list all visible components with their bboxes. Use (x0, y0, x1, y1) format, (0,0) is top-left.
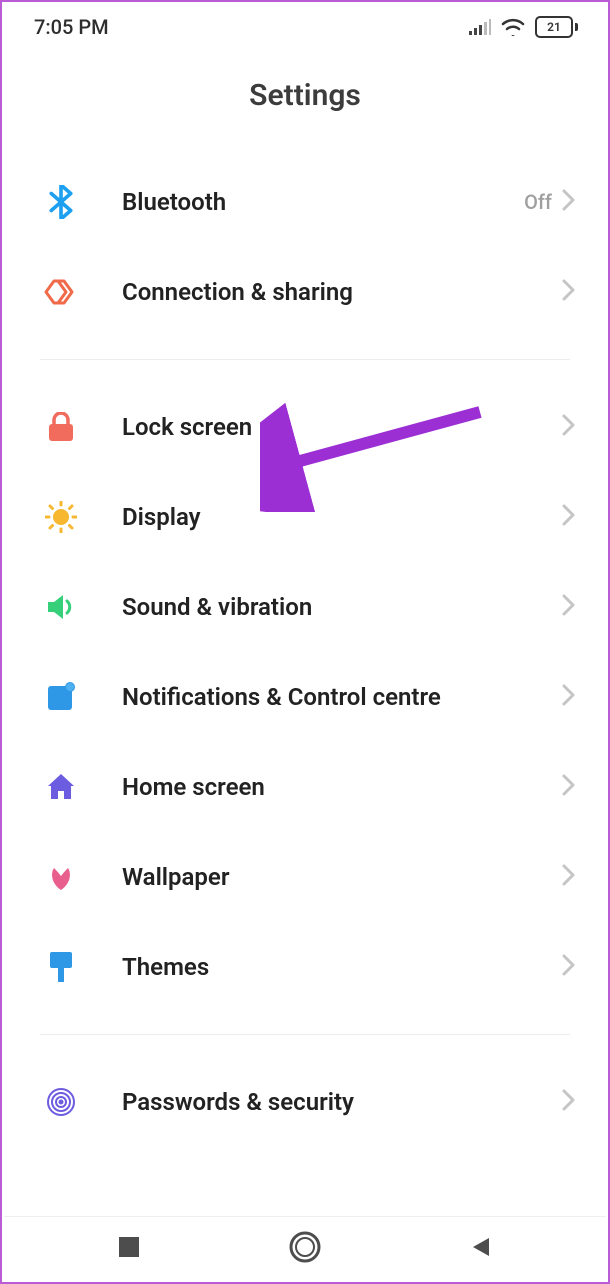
row-label: Sound & vibration (122, 593, 562, 621)
row-label: Notifications & Control centre (122, 683, 562, 711)
row-label: Passwords & security (122, 1088, 562, 1116)
row-label: Wallpaper (122, 863, 562, 891)
chevron-right-icon (562, 774, 576, 800)
settings-row-bluetooth[interactable]: BluetoothOff (4, 157, 606, 247)
flower-icon (40, 862, 82, 892)
wifi-icon (501, 18, 525, 36)
row-label: Display (122, 503, 562, 531)
settings-row-notif[interactable]: Notifications & Control centre (4, 652, 606, 742)
notif-icon (40, 682, 82, 712)
settings-row-wallpaper[interactable]: Wallpaper (4, 832, 606, 922)
settings-list: BluetoothOff Connection & sharing Lock scr… (4, 157, 606, 1216)
settings-row-display[interactable]: Display (4, 472, 606, 562)
home-button[interactable] (288, 1230, 322, 1268)
lock-icon (40, 412, 82, 442)
chevron-right-icon (562, 684, 576, 710)
row-label: Bluetooth (122, 188, 524, 216)
back-button[interactable] (469, 1235, 493, 1263)
recents-button[interactable] (117, 1235, 141, 1263)
battery-icon: 21 (535, 16, 578, 38)
status-time: 7:05 PM (34, 15, 109, 39)
row-label: Lock screen (122, 413, 562, 441)
status-indicators: 21 (469, 16, 578, 38)
chevron-right-icon (562, 414, 576, 440)
settings-row-themes[interactable]: Themes (4, 922, 606, 1012)
chevron-right-icon (562, 954, 576, 980)
row-label: Home screen (122, 773, 562, 801)
chevron-right-icon (562, 279, 576, 305)
chevron-right-icon (562, 594, 576, 620)
row-value: Off (524, 190, 552, 214)
settings-row-passwords[interactable]: Passwords & security (4, 1057, 606, 1147)
home-icon (40, 772, 82, 802)
row-label: Connection & sharing (122, 278, 562, 306)
row-label: Themes (122, 953, 562, 981)
status-bar: 7:05 PM 21 (4, 4, 606, 50)
sound-icon (40, 593, 82, 621)
bluetooth-icon (40, 185, 82, 219)
connection-icon (40, 277, 82, 307)
chevron-right-icon (562, 864, 576, 890)
fingerprint-icon (40, 1086, 82, 1118)
section-divider (40, 359, 570, 360)
chevron-right-icon (562, 504, 576, 530)
settings-row-home[interactable]: Home screen (4, 742, 606, 832)
settings-row-lockscreen[interactable]: Lock screen (4, 382, 606, 472)
section-divider (40, 1034, 570, 1035)
sun-icon (40, 501, 82, 533)
nav-bar (4, 1216, 606, 1280)
settings-row-sound[interactable]: Sound & vibration (4, 562, 606, 652)
signal-icon (469, 19, 491, 35)
brush-icon (40, 950, 82, 984)
page-title: Settings (4, 50, 606, 157)
settings-row-connection[interactable]: Connection & sharing (4, 247, 606, 337)
chevron-right-icon (562, 1089, 576, 1115)
chevron-right-icon (562, 189, 576, 215)
